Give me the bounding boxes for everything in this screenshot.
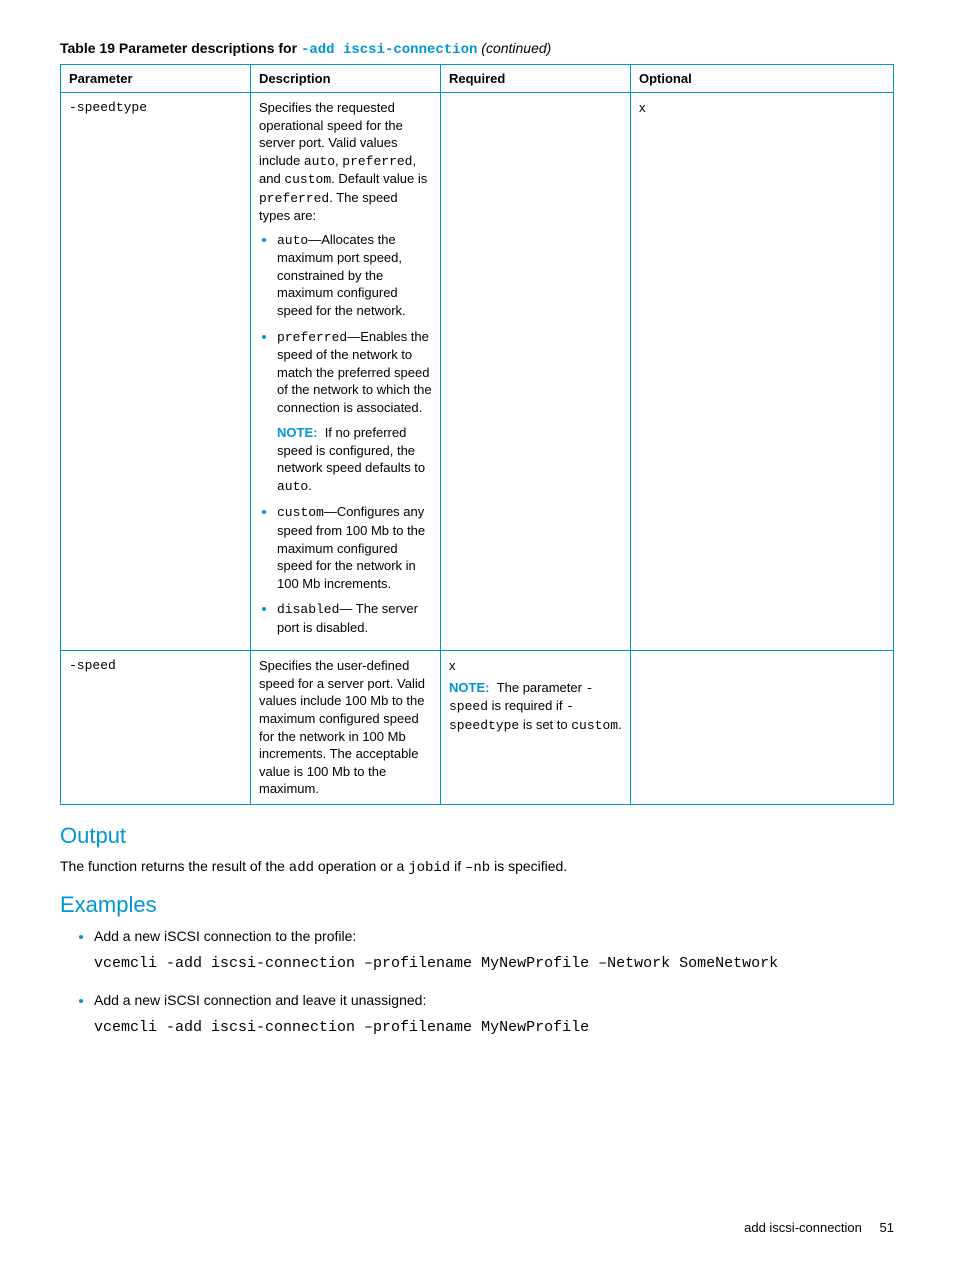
cell-required [441,93,631,651]
speed-types-list: auto—Allocates the maximum port speed, c… [259,231,432,636]
example-text: Add a new iSCSI connection to the profil… [94,928,356,944]
cell-optional [631,651,894,804]
list-item: preferred—Enables the speed of the netwo… [277,328,432,496]
table-caption: Table 19 Parameter descriptions for -add… [60,40,894,58]
cell-optional: x [631,93,894,651]
parameter-table: Parameter Description Required Optional … [60,64,894,805]
caption-prefix: Table 19 Parameter descriptions for [60,40,301,56]
note-label: NOTE: [277,425,317,440]
footer-label: add iscsi-connection [744,1220,862,1235]
examples-list: Add a new iSCSI connection to the profil… [60,926,894,1039]
col-required: Required [441,65,631,93]
cell-description: Specifies the requested operational spee… [251,93,441,651]
table-row: -speed Specifies the user-defined speed … [61,651,894,804]
page-number: 51 [880,1220,894,1235]
example-text: Add a new iSCSI connection and leave it … [94,992,426,1008]
caption-suffix: (continued) [477,40,551,56]
note-block: NOTE: If no preferred speed is configure… [277,424,432,495]
list-item: auto—Allocates the maximum port speed, c… [277,231,432,320]
col-parameter: Parameter [61,65,251,93]
page-footer: add iscsi-connection 51 [744,1220,894,1235]
list-item: custom—Configures any speed from 100 Mb … [277,503,432,592]
table-row: -speedtype Specifies the requested opera… [61,93,894,651]
examples-heading: Examples [60,892,894,918]
output-heading: Output [60,823,894,849]
caption-code: -add iscsi-connection [301,42,477,58]
note-label: NOTE: [449,680,489,695]
list-item: Add a new iSCSI connection and leave it … [94,990,894,1040]
cell-param: -speedtype [61,93,251,651]
col-optional: Optional [631,65,894,93]
code-block: vcemcli -add iscsi-connection –profilena… [94,953,894,976]
code-block: vcemcli -add iscsi-connection –profilena… [94,1017,894,1040]
col-description: Description [251,65,441,93]
list-item: disabled— The server port is disabled. [277,600,432,636]
table-header-row: Parameter Description Required Optional [61,65,894,93]
cell-required: x NOTE: The parameter -speed is required… [441,651,631,804]
output-text: The function returns the result of the a… [60,857,894,879]
list-item: Add a new iSCSI connection to the profil… [94,926,894,976]
cell-description: Specifies the user-defined speed for a s… [251,651,441,804]
note-block: NOTE: The parameter -speed is required i… [449,679,622,735]
cell-param: -speed [61,651,251,804]
